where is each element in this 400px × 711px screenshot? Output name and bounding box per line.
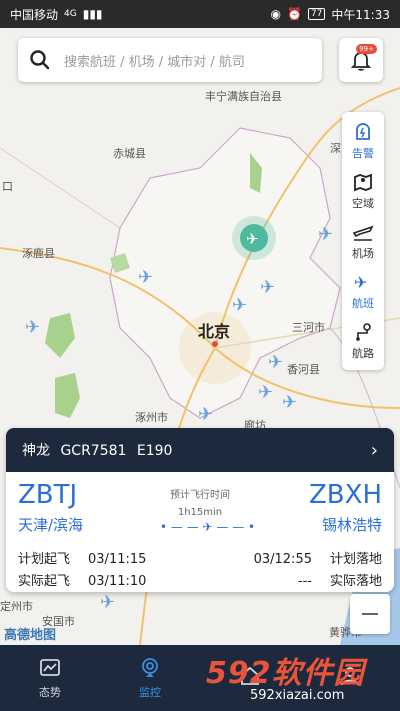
svg-text:✈: ✈ [318,224,333,245]
tool-label: 告警 [352,147,374,160]
flight-path-icon: • — — ✈ — — • [160,520,256,534]
nav-item-monitor[interactable]: 监控 [100,645,200,711]
plan-arr-time: 03/12:55 [253,552,312,567]
search-bar[interactable]: 搜索航班 / 机场 / 城市对 / 航司 [18,38,322,82]
alarm-clock-icon: ⏰ [287,7,302,21]
svg-text:✈: ✈ [138,267,153,288]
flight-callsign: GCR7581 [60,443,127,459]
airline-name: 神龙 [22,443,50,459]
act-dep-time: 03/11:10 [88,574,147,589]
network-label: 4G [64,9,77,19]
tool-label: 空域 [352,197,374,210]
map-label: 定州市 [0,600,33,613]
act-arr-time: --- [297,574,312,589]
app-root: 中国移动 4G ▮▮▮ ◉ ⏰ 77 中午11:33 ✈ ✈ ✈ ✈ ✈ ✈ ✈… [0,0,400,711]
svg-text:✈: ✈ [198,404,213,425]
dep-code: ZBTJ [18,480,78,510]
alarm-bell-icon [356,123,370,140]
time-label: 中午11:33 [331,7,390,22]
watermark-url: 592xiazai.com [250,688,345,703]
nav-item-situation[interactable]: 态势 [0,645,100,711]
map-label: 丰宁满族自治县 [205,90,282,103]
battery-icon: 77 [307,8,326,20]
svg-text:✈: ✈ [232,295,247,316]
aircraft-type: E190 [136,443,173,459]
flight-duration: 预计飞行时间 1h15min • — — ✈ — — • [160,486,256,534]
map-label: 口 [2,180,13,193]
search-icon [30,50,50,70]
map-label: 三河市 [292,321,325,334]
chevron-right-icon[interactable]: › [371,440,378,461]
map-label: 香河县 [287,363,320,376]
flight-card-body: ZBTJ ZBXH 天津/滨海 锡林浩特 预计飞行时间 1h15min • — … [6,472,394,592]
svg-text:✈: ✈ [282,392,297,413]
map-brand-logo: 高德地图 [4,628,57,643]
map-icon [354,173,372,192]
plan-dep-row: 计划起飞 03/11:15 [18,548,146,567]
arr-city: 锡林浩特 [321,516,382,534]
act-dep-row: 实际起飞 03/11:10 [18,570,146,589]
tool-route[interactable]: 航路 [342,316,384,366]
flight-card-header[interactable]: 神龙 GCR7581 E190 › [6,428,394,472]
svg-text:✈: ✈ [260,277,275,298]
runway-plane-icon [352,225,374,241]
carrier-label: 中国移动 [10,7,59,22]
alarm-badge: 99+ [356,44,377,54]
watermark-logo: 592软件园 [206,656,365,691]
nav-label: 态势 [39,686,61,699]
plan-arr-label: 计划落地 [329,552,382,567]
monitor-icon [142,658,158,677]
status-bar: 中国移动 4G ▮▮▮ ◉ ⏰ 77 中午11:33 [0,0,400,28]
signal-icon: ▮▮▮ [82,7,103,21]
dep-city: 天津/滨海 [18,516,84,534]
arr-code: ZBXH [308,480,382,510]
map-label-beijing: 北京 [198,322,231,341]
plan-dep-time: 03/11:15 [88,552,147,567]
map-label: 涿州市 [135,411,168,424]
tool-airspace[interactable]: 空域 [342,166,384,216]
svg-text:✈: ✈ [246,230,259,248]
eye-icon: ◉ [270,7,281,21]
svg-text:✈: ✈ [268,352,283,373]
tool-label: 航班 [352,297,374,310]
tool-airport[interactable]: 机场 [342,216,384,266]
map-toolbar: 告警 空域 机场 ✈ 航班 航路 [342,112,384,370]
flight-card[interactable]: 神龙 GCR7581 E190 › ZBTJ ZBXH 天津/滨海 锡林浩特 预… [6,428,394,592]
svg-text:✈: ✈ [258,382,273,403]
eta-value: 1h15min [177,507,223,518]
svg-text:✈: ✈ [354,273,367,292]
plan-arr-row: 03/12:55 计划落地 [254,548,382,567]
nav-label: 监控 [139,686,161,699]
map-label: 赤城县 [113,147,146,160]
map-label: 深 [330,142,341,155]
act-arr-row: --- 实际落地 [298,570,382,589]
search-placeholder: 搜索航班 / 机场 / 城市对 / 航司 [64,54,245,70]
map-label: 涿鹿县 [22,247,55,260]
flight-icon: ✈ [354,273,367,292]
eta-label: 预计飞行时间 [170,490,230,501]
tool-alarm[interactable]: 告警 [342,116,384,166]
tool-label: 航路 [352,347,374,360]
act-dep-label: 实际起飞 [18,574,71,589]
chart-icon [40,659,60,676]
minus-icon [362,613,378,615]
flight-title: 神龙 GCR7581 E190 [22,440,178,460]
svg-text:✈: ✈ [100,592,115,613]
tool-flight[interactable]: ✈ 航班 [342,266,384,316]
route-icon [356,323,371,341]
svg-text:✈: ✈ [25,317,40,338]
act-arr-label: 实际落地 [329,574,382,589]
alarm-button[interactable]: 99+ [339,38,383,82]
plan-dep-label: 计划起飞 [18,552,71,567]
zoom-out-button[interactable] [350,594,390,634]
tool-label: 机场 [352,247,374,260]
